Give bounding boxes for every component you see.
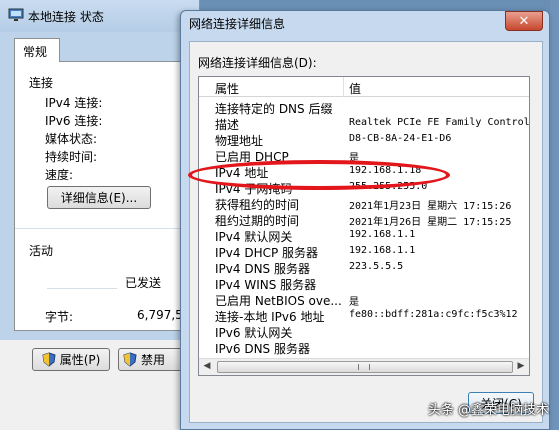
- table-row[interactable]: IPv4 DNS 服务器 223.5.5.5: [199, 259, 529, 276]
- scroll-left-arrow-icon[interactable]: ◀: [200, 361, 214, 373]
- network-connection-details-window: 网络连接详细信息 ✕ 网络连接详细信息(D): 属性 值 连接特定的 DNS 后…: [180, 10, 550, 430]
- status-window-title: 本地连接 状态: [28, 10, 104, 24]
- table-row[interactable]: 获得租约的时间 2021年1月23日 星期六 17:15:26: [199, 195, 529, 212]
- table-row[interactable]: 物理地址 D8-CB-8A-24-E1-D6: [199, 131, 529, 148]
- uac-shield-icon: [42, 352, 56, 367]
- row-value: 2021年1月26日 星期二 17:15:25: [349, 217, 512, 228]
- properties-button-label: 属性(P): [59, 353, 101, 367]
- scroll-right-arrow-icon[interactable]: ▶: [514, 361, 528, 373]
- uac-shield-icon: [123, 352, 137, 367]
- row-value: 是: [349, 297, 359, 308]
- table-row[interactable]: 连接-本地 IPv6 地址 fe80::bdff:281a:c9fc:f5c3%1…: [199, 307, 529, 324]
- activity-divider: [47, 288, 117, 289]
- row-value: 是: [349, 153, 359, 164]
- general-panel: 连接 IPv4 连接: IPv6 连接: 媒体状态: 持续时间: 速度: 详细信…: [14, 61, 205, 331]
- row-value: 255.255.255.0: [349, 181, 428, 192]
- desktop-edge: [550, 0, 559, 430]
- disable-button[interactable]: 禁用: [118, 348, 188, 371]
- row-value: 192.168.1.18: [349, 165, 422, 176]
- table-row[interactable]: 连接特定的 DNS 后缀: [199, 99, 529, 116]
- network-icon: [8, 8, 24, 21]
- details-window-client: 网络连接详细信息(D): 属性 值 连接特定的 DNS 后缀 描述 Realtek …: [189, 41, 543, 423]
- table-row[interactable]: 租约过期的时间 2021年1月26日 星期二 17:15:25: [199, 211, 529, 228]
- row-value: 192.168.1.1: [349, 229, 416, 240]
- status-window-titlebar: 本地连接 状态: [0, 0, 199, 32]
- table-row[interactable]: 描述 Realtek PCIe FE Family Control: [199, 115, 530, 132]
- details-list-label: 网络连接详细信息(D):: [198, 56, 317, 70]
- close-icon: ✕: [518, 13, 530, 29]
- activity-group-label: 活动: [29, 244, 54, 258]
- row-value: D8-CB-8A-24-E1-D6: [349, 133, 452, 144]
- table-row[interactable]: IPv4 DHCP 服务器 192.168.1.1: [199, 243, 529, 260]
- table-row[interactable]: 已启用 DHCP 是: [199, 147, 529, 164]
- row-value: 223.5.5.5: [349, 261, 404, 272]
- scrollbar-grip: [358, 364, 370, 370]
- table-row[interactable]: IPv4 WINS 服务器: [199, 275, 529, 292]
- table-row[interactable]: IPv4 子网掩码 255.255.255.0: [199, 179, 529, 196]
- speed-label: 速度:: [45, 168, 74, 182]
- connection-divider: [15, 228, 205, 229]
- table-row[interactable]: IPv6 DNS 服务器: [199, 339, 529, 356]
- duration-label: 持续时间:: [45, 150, 98, 164]
- media-state-label: 媒体状态:: [45, 132, 98, 146]
- table-row[interactable]: IPv6 默认网关: [199, 323, 529, 340]
- column-separator[interactable]: [343, 77, 344, 97]
- connection-group-label: 连接: [29, 76, 54, 90]
- listview-header: 属性 值: [199, 77, 529, 97]
- row-property: IPv6 DNS 服务器: [215, 342, 310, 356]
- details-listview[interactable]: 属性 值 连接特定的 DNS 后缀 描述 Realtek PCIe FE Famil…: [198, 76, 530, 376]
- row-value: 192.168.1.1: [349, 245, 416, 256]
- row-value: fe80::bdff:281a:c9fc:f5c3%12: [349, 309, 518, 320]
- bytes-label: 字节:: [45, 310, 74, 324]
- window-close-button[interactable]: ✕: [505, 11, 543, 31]
- table-row[interactable]: 已启用 NetBIOS ove... 是: [199, 291, 529, 308]
- table-row[interactable]: IPv4 默认网关 192.168.1.1: [199, 227, 529, 244]
- table-row[interactable]: IPv4 地址 192.168.1.18: [199, 163, 529, 180]
- tab-general[interactable]: 常规: [14, 38, 60, 62]
- disable-button-label: 禁用: [141, 353, 166, 367]
- properties-button[interactable]: 属性(P): [32, 348, 110, 371]
- column-header-value[interactable]: 值: [349, 80, 361, 97]
- details-button[interactable]: 详细信息(E)...: [47, 186, 151, 209]
- column-header-property[interactable]: 属性: [215, 80, 239, 97]
- watermark-text: 头条 @鑫荣电脑技术: [427, 403, 549, 418]
- row-value: 2021年1月23日 星期六 17:15:26: [349, 201, 512, 212]
- ipv4-connection-label: IPv4 连接:: [45, 96, 103, 110]
- local-connection-status-window: 本地连接 状态 常规 连接 IPv4 连接: IPv6 连接: 媒体状态: 持续…: [0, 0, 205, 430]
- sent-label: 已发送: [125, 276, 162, 290]
- scrollbar-thumb[interactable]: [217, 361, 513, 373]
- horizontal-scrollbar[interactable]: ◀ ▶: [199, 358, 529, 375]
- details-window-title: 网络连接详细信息: [189, 17, 286, 31]
- bytes-sent-value: 6,797,5: [137, 308, 183, 322]
- ipv6-connection-label: IPv6 连接:: [45, 114, 103, 128]
- row-value: Realtek PCIe FE Family Control: [349, 117, 530, 128]
- status-window-button-area: 属性(P) 禁用: [0, 340, 200, 430]
